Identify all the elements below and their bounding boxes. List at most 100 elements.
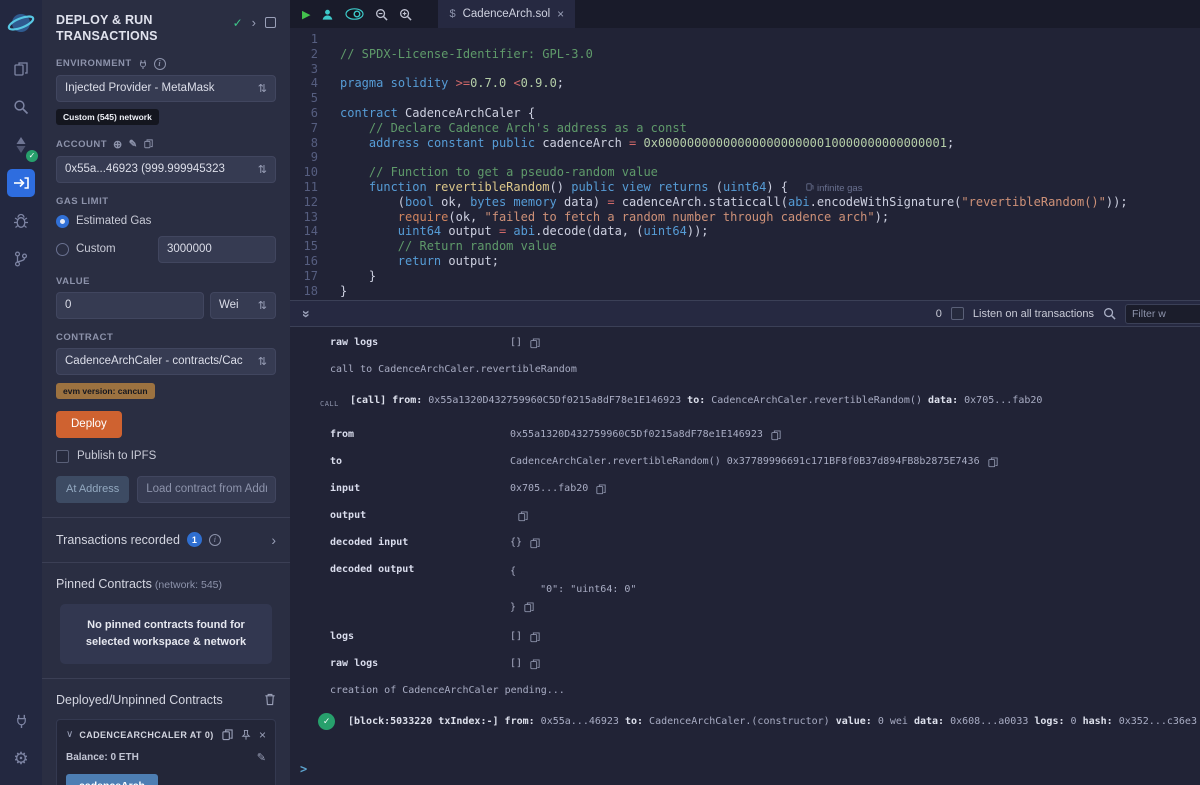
terminal-row: toCadenceArchCaler.revertibleRandom() 0x… bbox=[290, 455, 1200, 469]
contract-collapse-icon[interactable]: ∨ bbox=[66, 729, 73, 740]
terminal-row: call to CadenceArchCaler.revertibleRando… bbox=[290, 363, 1200, 377]
account-select[interactable]: 0x55a...46923 (999.999945323 ⇅ bbox=[56, 156, 276, 183]
transactions-count-badge: 1 bbox=[187, 532, 202, 547]
publish-ipfs-checkbox[interactable] bbox=[56, 450, 69, 463]
copy-icon[interactable] bbox=[530, 659, 540, 670]
line-number: 11 bbox=[290, 180, 318, 195]
line-number: 13 bbox=[290, 210, 318, 225]
at-address-button[interactable]: At Address bbox=[56, 476, 129, 503]
terminal-row: creation of CadenceArchCaler pending... bbox=[290, 684, 1200, 698]
environment-info-icon[interactable]: i bbox=[154, 58, 166, 70]
search-icon[interactable] bbox=[7, 93, 35, 121]
terminal-row: output bbox=[290, 509, 1200, 523]
line-number: 6 bbox=[290, 106, 318, 121]
line-number: 1 bbox=[290, 32, 318, 47]
clear-contracts-trash-icon[interactable] bbox=[264, 693, 276, 706]
code-line: require(ok, "failed to fetch a random nu… bbox=[340, 210, 1200, 225]
main-area: ▶ $ CadenceArch.sol × bbox=[290, 0, 1200, 785]
copy-icon[interactable] bbox=[524, 602, 534, 613]
copy-icon[interactable] bbox=[518, 511, 528, 522]
file-explorer-icon[interactable] bbox=[7, 55, 35, 83]
terminal-row: logs[] bbox=[290, 630, 1200, 644]
code-line: } bbox=[340, 284, 1200, 299]
debugger-icon[interactable] bbox=[7, 207, 35, 235]
edit-balance-icon[interactable]: ✎ bbox=[257, 751, 266, 764]
copy-icon[interactable] bbox=[771, 430, 781, 441]
transactions-recorded-label: Transactions recorded bbox=[56, 533, 180, 547]
zoom-in-icon[interactable] bbox=[399, 8, 412, 21]
estimated-gas-label: Estimated Gas bbox=[76, 215, 151, 227]
line-number: 18 bbox=[290, 284, 318, 299]
add-account-icon[interactable]: ⊕ bbox=[113, 138, 123, 151]
fn-button-cadencearch[interactable]: cadenceArch bbox=[66, 774, 158, 785]
environment-select[interactable]: Injected Provider - MetaMask ⇅ bbox=[56, 75, 276, 102]
terminal-filter-input[interactable] bbox=[1125, 304, 1200, 324]
copy-icon[interactable] bbox=[988, 457, 998, 468]
plugin-manager-icon[interactable] bbox=[7, 706, 35, 734]
value-unit-select[interactable]: Wei ⇅ bbox=[210, 292, 276, 319]
tab-close-icon[interactable]: × bbox=[557, 7, 564, 21]
publish-person-icon[interactable] bbox=[321, 8, 334, 21]
remix-logo-icon[interactable] bbox=[6, 8, 36, 38]
plug-icon bbox=[138, 59, 148, 69]
line-number: 15 bbox=[290, 239, 318, 254]
copy-icon[interactable] bbox=[530, 632, 540, 643]
run-script-play-icon[interactable]: ▶ bbox=[302, 8, 310, 21]
code-line bbox=[340, 62, 1200, 77]
updown-icon: ⇅ bbox=[258, 82, 267, 95]
pinned-contracts-title: Pinned Contracts(network: 545) bbox=[56, 577, 276, 591]
deploy-button[interactable]: Deploy bbox=[56, 411, 122, 438]
estimated-gas-radio[interactable] bbox=[56, 215, 69, 228]
preview-toggle-icon[interactable] bbox=[345, 8, 364, 20]
settings-icon[interactable]: ⚙ bbox=[7, 744, 35, 772]
remove-contract-icon[interactable]: × bbox=[259, 729, 266, 741]
copy-account-icon[interactable] bbox=[144, 139, 153, 149]
editor-code[interactable]: // SPDX-License-Identifier: GPL-3.0pragm… bbox=[326, 32, 1200, 300]
panel-chevron-icon[interactable]: › bbox=[252, 15, 256, 30]
contract-balance: Balance: 0 ETH bbox=[66, 752, 139, 763]
success-check-icon: ✓ bbox=[318, 713, 335, 730]
line-number: 2 bbox=[290, 47, 318, 62]
custom-gas-label: Custom bbox=[76, 243, 116, 255]
value-input[interactable] bbox=[56, 292, 204, 319]
contract-select[interactable]: CadenceArchCaler - contracts/Cac ⇅ bbox=[56, 348, 276, 375]
editor-gutter: 123456789101112131415161718 bbox=[290, 32, 326, 300]
solidity-compiler-icon[interactable]: ✓ bbox=[7, 131, 35, 159]
line-number: 3 bbox=[290, 62, 318, 77]
line-number: 14 bbox=[290, 224, 318, 239]
terminal-row: ✓[block:5033220 txIndex:-] from: 0x55a..… bbox=[290, 715, 1200, 730]
contract-card-title: CADENCEARCHCALER AT 0) bbox=[79, 730, 216, 740]
terminal-collapse-icon[interactable]: » bbox=[299, 307, 315, 321]
at-address-input[interactable] bbox=[137, 476, 276, 503]
git-icon[interactable] bbox=[7, 245, 35, 273]
transactions-expand-icon[interactable]: › bbox=[271, 532, 276, 548]
edit-account-icon[interactable]: ✎ bbox=[129, 139, 138, 150]
deploy-run-panel: DEPLOY & RUN TRANSACTIONS ✓ › ENVIRONMEN… bbox=[42, 0, 290, 785]
code-editor[interactable]: 123456789101112131415161718 // SPDX-Lice… bbox=[290, 28, 1200, 300]
code-line: uint64 output = abi.decode(data, (uint64… bbox=[340, 224, 1200, 239]
panel-pin-icon[interactable] bbox=[265, 17, 276, 28]
listen-all-transactions-checkbox[interactable] bbox=[951, 307, 964, 320]
code-line: return output; bbox=[340, 254, 1200, 269]
terminal-search-icon[interactable] bbox=[1103, 307, 1116, 320]
tab-cadencearch-sol[interactable]: $ CadenceArch.sol × bbox=[438, 0, 575, 28]
pin-contract-icon[interactable] bbox=[241, 729, 251, 741]
code-line: (bool ok, bytes memory data) = cadenceAr… bbox=[340, 195, 1200, 210]
copy-icon[interactable] bbox=[530, 538, 540, 549]
tab-bar: ▶ $ CadenceArch.sol × bbox=[290, 0, 1200, 28]
updown-icon: ⇅ bbox=[258, 299, 267, 312]
copy-icon[interactable] bbox=[530, 338, 540, 349]
copy-icon[interactable] bbox=[596, 484, 606, 495]
environment-label: ENVIRONMENT i bbox=[56, 58, 276, 70]
code-line bbox=[340, 32, 1200, 47]
custom-gas-radio[interactable] bbox=[56, 243, 69, 256]
copy-address-icon[interactable] bbox=[222, 729, 233, 741]
deploy-run-icon[interactable] bbox=[7, 169, 35, 197]
panel-check-icon[interactable]: ✓ bbox=[233, 16, 243, 30]
line-number: 9 bbox=[290, 150, 318, 165]
transactions-info-icon[interactable]: i bbox=[209, 534, 221, 546]
zoom-out-icon[interactable] bbox=[375, 8, 388, 21]
terminal-prompt[interactable]: > bbox=[290, 756, 1200, 785]
terminal-rows: raw logs[]call to CadenceArchCaler.rever… bbox=[290, 336, 1200, 742]
custom-gas-input[interactable] bbox=[158, 236, 276, 263]
